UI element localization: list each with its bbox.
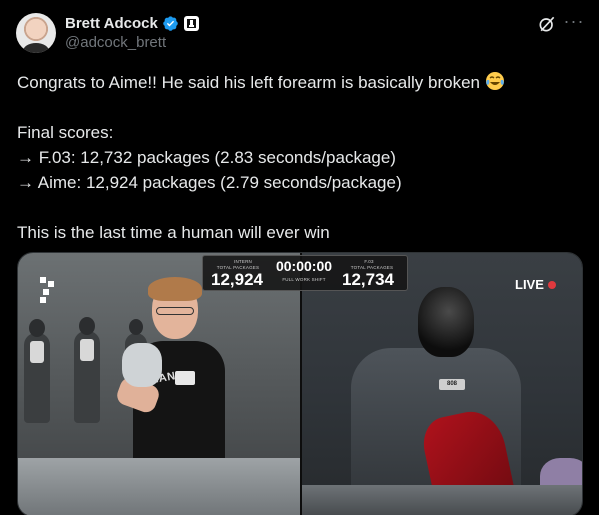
scoreboard-timer: 00:00:00 xyxy=(275,258,333,274)
live-dot-icon xyxy=(547,280,556,289)
background-robot-head xyxy=(129,319,143,335)
scores-heading: Final scores: xyxy=(17,123,114,142)
avatar[interactable] xyxy=(16,13,56,53)
robot-badge: 808 xyxy=(439,379,465,390)
background-robot-vest xyxy=(30,341,44,363)
split-divider xyxy=(300,253,302,515)
affiliate-badge-icon[interactable] xyxy=(183,15,199,31)
tears-of-joy-emoji xyxy=(485,72,504,90)
background-robot-vest xyxy=(80,339,94,361)
man-gloved-hands xyxy=(122,343,162,387)
more-icon[interactable]: ··· xyxy=(563,12,585,35)
closing-line: This is the last time a human will ever … xyxy=(17,223,330,242)
robot-head xyxy=(418,287,474,357)
scoreboard-timer-label: FULL WORK SHIFT xyxy=(282,277,326,282)
live-indicator: LIVE xyxy=(515,277,556,292)
live-label: LIVE xyxy=(515,277,544,292)
figure-logo-icon xyxy=(40,277,54,303)
shirt-logo xyxy=(175,371,195,385)
man-glasses xyxy=(156,307,194,315)
author-name[interactable]: Brett Adcock xyxy=(65,15,158,32)
tweet-line-congrats-text: Congrats to Aime!! He said his left fore… xyxy=(17,73,480,92)
author-block: Brett Adcock @adcock_brett xyxy=(65,13,199,53)
tweet-text: Congrats to Aime!! He said his left fore… xyxy=(17,70,587,245)
grok-icon[interactable] xyxy=(537,14,557,34)
conveyor-left xyxy=(18,458,301,515)
man-hair xyxy=(148,277,202,301)
score-f03: → F.03: 12,732 packages (2.83 seconds/pa… xyxy=(17,148,396,167)
scoreboard: INTERN TOTAL PACKAGES 12,924 00:00:00 FU… xyxy=(202,255,408,291)
background-robot-head xyxy=(79,317,95,335)
background-robot-head xyxy=(29,319,45,337)
name-row: Brett Adcock xyxy=(65,13,199,33)
scoreboard-right-label-top: F.03 xyxy=(364,259,374,264)
verified-badge-icon xyxy=(163,15,178,31)
scoreboard-right-value: 12,734 xyxy=(342,270,394,289)
tweet: Brett Adcock @adcock_brett ··· Congrats … xyxy=(0,0,599,515)
tweet-line-congrats: Congrats to Aime!! He said his left fore… xyxy=(17,70,587,95)
video-left-panel: UNAN xyxy=(18,253,301,515)
scoreboard-left-value: 12,924 xyxy=(211,270,263,289)
conveyor-right xyxy=(301,485,582,515)
score-aime: → Aime: 12,924 packages (2.79 seconds/pa… xyxy=(17,173,402,192)
video-media[interactable]: UNAN 808 INTERN TOTAL PACKAGES 12,924 00… xyxy=(17,252,583,515)
author-handle[interactable]: @adcock_brett xyxy=(65,33,199,53)
scoreboard-left-label-top: INTERN xyxy=(234,259,252,264)
